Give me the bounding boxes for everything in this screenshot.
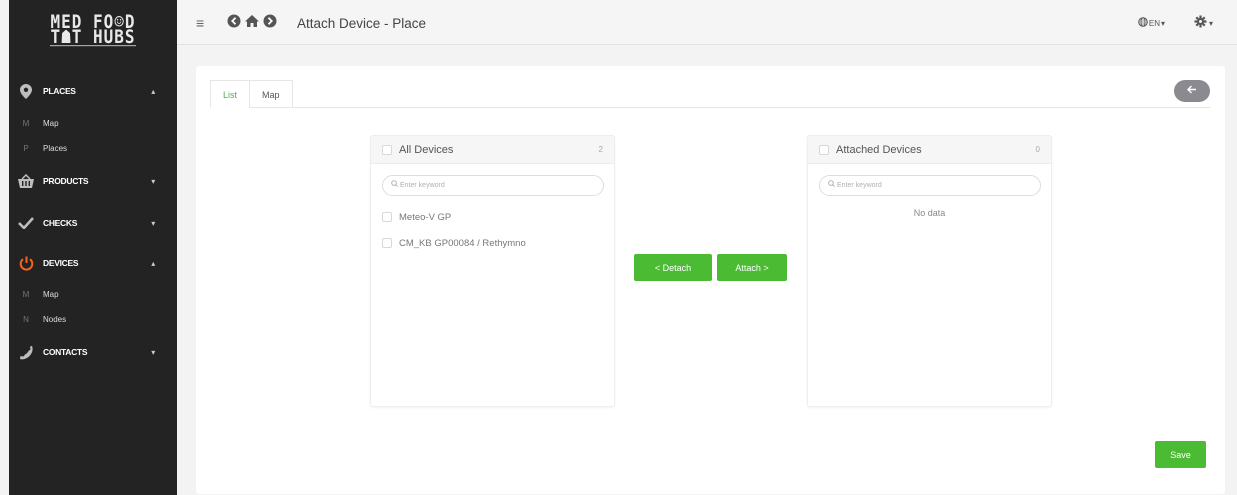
list-item[interactable]: CM_KB GP00084 / Rethymno <box>371 230 614 256</box>
detach-button[interactable]: < Detach <box>634 254 712 281</box>
topbar: ≡ Attach Device - Place EN ▾ ▾ <box>177 0 1237 45</box>
sidebar-item-letter: P <box>23 143 29 153</box>
main-card: List Map All Devices 2 Enter keyword Met… <box>196 66 1225 494</box>
save-button[interactable]: Save <box>1155 441 1206 468</box>
checkmark-icon <box>9 217 43 229</box>
back-circle-icon[interactable] <box>227 14 241 28</box>
settings-menu[interactable]: ▾ <box>1194 15 1213 31</box>
all-devices-panel: All Devices 2 Enter keyword Meteo-V GP C… <box>370 135 615 407</box>
tab-list[interactable]: List <box>210 80 251 108</box>
sidebar-item-label: Map <box>43 118 59 128</box>
attach-button[interactable]: Attach > <box>717 254 787 281</box>
caret-down-icon: ▾ <box>1160 18 1165 28</box>
sidebar-section-places[interactable]: PLACES ▴ <box>9 76 177 106</box>
select-all-checkbox[interactable] <box>382 144 392 155</box>
attached-devices-panel: Attached Devices 0 Enter keyword No data <box>807 135 1052 407</box>
sidebar-section-label: DEVICES <box>43 258 79 268</box>
caret-up-icon: ▴ <box>151 258 155 268</box>
item-label: CM_KB GP00084 / Rethymno <box>399 237 526 249</box>
sidebar-item-nodes[interactable]: N Nodes <box>9 309 177 329</box>
sidebar-item-letter: M <box>22 118 30 128</box>
map-pin-icon <box>9 83 43 99</box>
basket-icon <box>9 174 43 188</box>
hamburger-menu-icon[interactable]: ≡ <box>196 15 204 31</box>
item-count: 2 <box>598 145 603 154</box>
power-icon <box>9 256 43 271</box>
forward-circle-icon[interactable] <box>263 14 277 28</box>
caret-down-icon: ▾ <box>151 218 155 228</box>
sidebar-item-letter: N <box>23 314 29 324</box>
sidebar-item-places[interactable]: P Places <box>9 138 177 158</box>
search-placeholder: Enter keyword <box>837 182 882 189</box>
language-selector[interactable]: EN ▾ <box>1138 17 1165 29</box>
sidebar-item-label: Places <box>43 143 68 153</box>
search-icon <box>391 176 398 195</box>
search-placeholder: Enter keyword <box>400 182 445 189</box>
sidebar: MED FO☺D T☗T HUBS PLACES ▴ M Map P Place… <box>9 0 177 495</box>
panel-title: Attached Devices <box>836 143 922 156</box>
sidebar-section-label: PRODUCTS <box>43 176 89 186</box>
app-logo[interactable]: MED FO☺D T☗T HUBS <box>9 0 177 58</box>
caret-down-icon: ▾ <box>151 347 155 357</box>
gear-icon <box>1194 15 1207 31</box>
tab-divider <box>210 107 1210 108</box>
sidebar-section-contacts[interactable]: CONTACTS ▾ <box>9 337 177 367</box>
search-input[interactable]: Enter keyword <box>382 175 604 196</box>
sidebar-item-letter: M <box>22 289 30 299</box>
item-count: 0 <box>1035 145 1040 154</box>
tab-map[interactable]: Map <box>250 80 293 108</box>
sidebar-section-label: PLACES <box>43 86 76 96</box>
item-checkbox[interactable] <box>382 238 392 248</box>
sidebar-item-label: Map <box>43 289 59 299</box>
item-label: Meteo-V GP <box>399 211 452 223</box>
sidebar-item-label: Nodes <box>43 314 67 324</box>
view-tabs: List Map <box>210 80 293 108</box>
globe-icon <box>1138 17 1148 29</box>
caret-down-icon: ▾ <box>151 176 155 186</box>
sidebar-section-label: CONTACTS <box>43 347 88 357</box>
page-title: Attach Device - Place <box>297 16 427 31</box>
language-label: EN <box>1148 18 1160 28</box>
home-icon[interactable] <box>244 14 260 28</box>
caret-up-icon: ▴ <box>151 86 155 96</box>
panel-header: All Devices 2 <box>371 136 614 164</box>
panel-header: Attached Devices 0 <box>808 136 1051 164</box>
sidebar-item-places-map[interactable]: M Map <box>9 113 177 133</box>
search-icon <box>828 176 835 195</box>
search-input[interactable]: Enter keyword <box>819 175 1041 196</box>
sidebar-section-products[interactable]: PRODUCTS ▾ <box>9 166 177 196</box>
sidebar-section-label: CHECKS <box>43 218 78 228</box>
nav-icons <box>227 14 277 28</box>
logo-line-2: T☗T HUBS <box>50 25 136 47</box>
select-all-checkbox[interactable] <box>819 144 829 155</box>
caret-down-icon: ▾ <box>1208 18 1213 28</box>
back-button[interactable] <box>1174 80 1210 102</box>
phone-icon <box>9 345 43 360</box>
empty-state: No data <box>913 208 946 218</box>
list-item[interactable]: Meteo-V GP <box>371 204 614 230</box>
arrow-left-icon <box>1187 85 1197 97</box>
sidebar-item-devices-map[interactable]: M Map <box>9 284 177 304</box>
sidebar-section-devices[interactable]: DEVICES ▴ <box>9 248 177 278</box>
item-checkbox[interactable] <box>382 212 392 222</box>
sidebar-section-checks[interactable]: CHECKS ▾ <box>9 208 177 238</box>
panel-title: All Devices <box>399 143 454 156</box>
